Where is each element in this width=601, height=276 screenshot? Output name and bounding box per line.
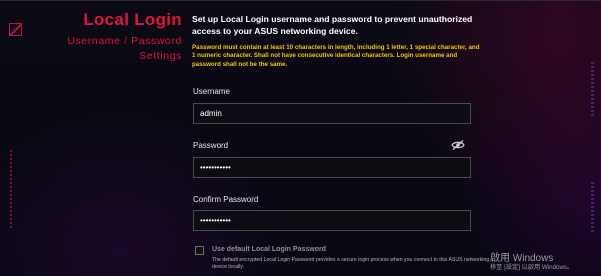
eye-slash-icon[interactable] xyxy=(451,140,465,150)
subtitle-line-2: Settings xyxy=(139,50,182,62)
password-field[interactable]: ••••••••••• xyxy=(193,157,471,178)
confirm-password-field[interactable]: ••••••••••• xyxy=(193,210,471,231)
username-field[interactable]: admin xyxy=(193,103,471,124)
decorative-stripe-left xyxy=(10,150,12,230)
subtitle-line-1: Username / Password xyxy=(67,35,182,47)
default-password-checkbox[interactable] xyxy=(195,246,204,255)
username-label: Username xyxy=(193,87,230,96)
top-border xyxy=(0,0,601,1)
confirm-password-label: Confirm Password xyxy=(193,195,259,204)
collapse-toggle-icon[interactable] xyxy=(9,23,22,36)
decorative-stripe-right-top xyxy=(591,62,594,117)
password-requirements-text: Password must contain at least 10 charac… xyxy=(192,44,480,68)
default-password-description: The default encrypted Local Login Passwo… xyxy=(212,257,490,271)
decorative-stripe-right-bottom xyxy=(591,182,594,232)
default-password-label[interactable]: Use default Local Login Password xyxy=(212,246,326,253)
page-subtitle: Username / Password Settings xyxy=(40,34,182,64)
windows-activation-hint: 移至 [設定] 以啟用 Windows。 xyxy=(490,264,574,271)
page-title: Local Login xyxy=(83,10,182,29)
password-label: Password xyxy=(193,141,229,150)
intro-text: Set up Local Login username and password… xyxy=(192,14,473,36)
